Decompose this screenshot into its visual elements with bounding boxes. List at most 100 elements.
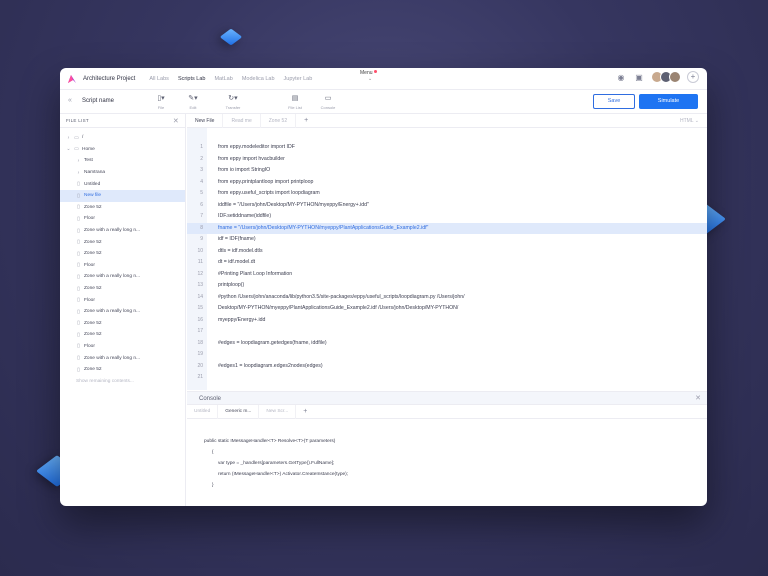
file-tree-item[interactable]: ▯ Zone 52 [60,248,185,260]
file-tree-item[interactable]: › Test [60,155,185,167]
file-tree-item[interactable]: ▯ Zone 52 [60,283,185,295]
file-tree-item[interactable]: ▯ Zone with a really long n... [60,306,185,318]
chevron-right-icon[interactable]: › [66,135,71,141]
code-line[interactable]: 20 #edges1 = loopdiagram.edges2nodes(edge… [187,361,707,373]
line-number: 13 [197,282,203,288]
file-tree-item[interactable]: ▯ New file [60,189,185,202]
code-line[interactable]: 8 fname = "/Users/john/Desktop/MY-PYTHON/… [187,222,707,234]
file-icon: ▯ [77,181,80,188]
console-tab-generic[interactable]: Generic m... [218,404,260,419]
code-line[interactable]: 14 #python /Users/john/anaconda/lib/pytho… [187,292,707,304]
project-title[interactable]: Architecture Project [83,76,135,82]
console-tab-new-script[interactable]: New Scr... [259,404,297,419]
file-tree-item-label: Zone with a really long n... [84,309,140,315]
file-tree-item-label: Namtrana [84,170,106,176]
file-tree-item[interactable]: › Namtrana [60,167,185,179]
file-tree-item-label: / [82,135,84,141]
code-line[interactable]: 9 idf = IDF(fname) [187,234,707,246]
code-line[interactable]: 2 from eppy import hvacbuilder [187,154,707,166]
file-tree-item[interactable]: ▯ Untitled [60,178,185,190]
file-tree-item[interactable]: ▯ Zone 52 [60,329,185,341]
console-header: Console ✕ [187,391,707,405]
file-tree-item[interactable]: ▯ Zone with a really long n... [60,352,185,364]
code-line[interactable]: 12 #Printing Plant Loop Information [187,269,707,281]
edit-menu-button[interactable]: ✎▾ Edit [182,94,204,110]
file-tree: › ▭ / ⌄ ▭ Home › Test › Namtrana ▯ Untitled ▯ New fil… [60,128,185,387]
file-tree-item[interactable]: ▯ Zone with a really long n... [60,271,185,283]
file-tree-item[interactable]: ▯ Floor [60,260,185,272]
code-line[interactable]: 6 iddfile = "/Users/john/Desktop/MY-PYTHO… [187,200,707,212]
console-button[interactable]: ▭ Console [317,94,339,110]
add-collaborator-button[interactable]: + [687,71,699,83]
file-icon: ▯ [77,262,80,269]
file-tree-item[interactable]: › ▭ / [60,132,185,144]
chevron-down-icon[interactable]: ⌄ [66,146,71,152]
tab-new-file[interactable]: New File [187,113,224,128]
save-button[interactable]: Save [593,94,635,109]
code-line[interactable]: 5 from eppy.useful_scripts import loopdia… [187,188,707,200]
file-icon: ▯ [77,355,80,362]
file-icon: ▯ [77,343,80,350]
code-line[interactable]: 15 Desktop/MY-PYTHON/myeppy/PlantApplicat… [187,303,707,315]
code-text: IDF.setiddname(iddfile) [218,213,272,219]
nav-matlab[interactable]: MatLab [214,76,232,82]
app-logo-icon[interactable] [66,73,78,85]
tab-read-me[interactable]: Read me [223,113,261,128]
nav-scripts-lab[interactable]: Scripts Lab [178,76,206,82]
add-tab-button[interactable]: + [296,114,316,128]
nav-all-labs[interactable]: All Labs [149,76,169,82]
file-list-button[interactable]: ▤ File List [284,94,306,110]
nav-jupyter-lab[interactable]: Jupyter Lab [284,76,313,82]
nav-modelica-lab[interactable]: Modelica Lab [242,76,275,82]
tab-zone-52[interactable]: Zone 52 [261,113,297,128]
file-menu-button[interactable]: ▯▾ File [150,94,172,110]
code-line[interactable]: 7 IDF.setiddname(iddfile) [187,211,707,223]
code-line[interactable]: 1 from eppy.modeleditor import IDF [187,142,707,154]
file-tree-item[interactable]: ▯ Zone 52 [60,202,185,214]
code-text: dtls = idf.model.dtls [218,247,263,254]
code-line[interactable]: 21 [187,372,707,384]
code-line[interactable]: 16 myeppy/Energy+.idd [187,315,707,327]
close-icon[interactable]: ✕ [695,392,701,406]
transfer-menu-button[interactable]: ↻▾ Transfer [222,94,244,110]
file-tree-item[interactable]: ▯ Zone 52 [60,236,185,248]
avatar[interactable] [669,71,681,83]
simulate-button[interactable]: Simulate [639,94,698,109]
language-select[interactable]: HTML ⌄ [680,114,699,128]
file-tree-item[interactable]: Show remaining contents... [60,375,185,387]
add-console-tab-button[interactable]: + [296,405,314,419]
collaborator-avatars[interactable] [651,71,681,83]
code-editor[interactable]: 1 from eppy.modeleditor import IDF 2 from e… [187,128,707,390]
file-tree-item[interactable]: ▯ Zone 52 [60,364,185,376]
collapse-sidebar-icon[interactable]: « [68,97,72,104]
code-line[interactable]: 18 #edges = loopdiagram.getedges(fname, i… [187,338,707,350]
app-window: Architecture Project All Labs Scripts La… [60,68,707,506]
file-menu-label: File [157,105,165,110]
code-line[interactable]: 19 [187,349,707,361]
file-tree-item[interactable]: ▯ Floor [60,213,185,225]
code-line[interactable]: 4 from eppy.printplantloop import printpl… [187,177,707,189]
file-tree-item[interactable]: ⌄ ▭ Home [60,144,185,156]
file-tree-item-label: Floor [84,216,95,222]
file-list-label: File List [288,105,302,110]
console-tab-untitled[interactable]: Untitled [187,404,219,419]
save-disk-icon[interactable]: ▣ [633,71,645,83]
code-line[interactable]: 11 dt = idf.model.dt [187,257,707,269]
file-tree-item[interactable]: ▯ Floor [60,294,185,306]
eye-icon[interactable]: ◉ [615,71,627,83]
file-tree-item-label: Zone 52 [84,332,102,338]
code-line[interactable]: 3 from io import StringIO [187,165,707,177]
code-line[interactable]: 10 dtls = idf.model.dtls [187,246,707,258]
file-tree-item[interactable]: ▯ Floor [60,341,185,353]
file-tree-item[interactable]: ▯ Zone 52 [60,318,185,330]
console-icon: ▭ [324,95,332,102]
file-tree-item[interactable]: ▯ Zone with a really long n... [60,225,185,237]
file-icon: ▯ [77,273,80,280]
menu-button[interactable]: Menu ⌄ [360,69,377,82]
script-name-field[interactable]: Script name [82,98,114,104]
code-line[interactable]: 17 [187,326,707,338]
code-line[interactable]: 13 printploop() [187,280,707,292]
line-number: 5 [200,190,203,196]
language-label: HTML [679,118,694,124]
close-icon[interactable]: ✕ [173,117,179,125]
